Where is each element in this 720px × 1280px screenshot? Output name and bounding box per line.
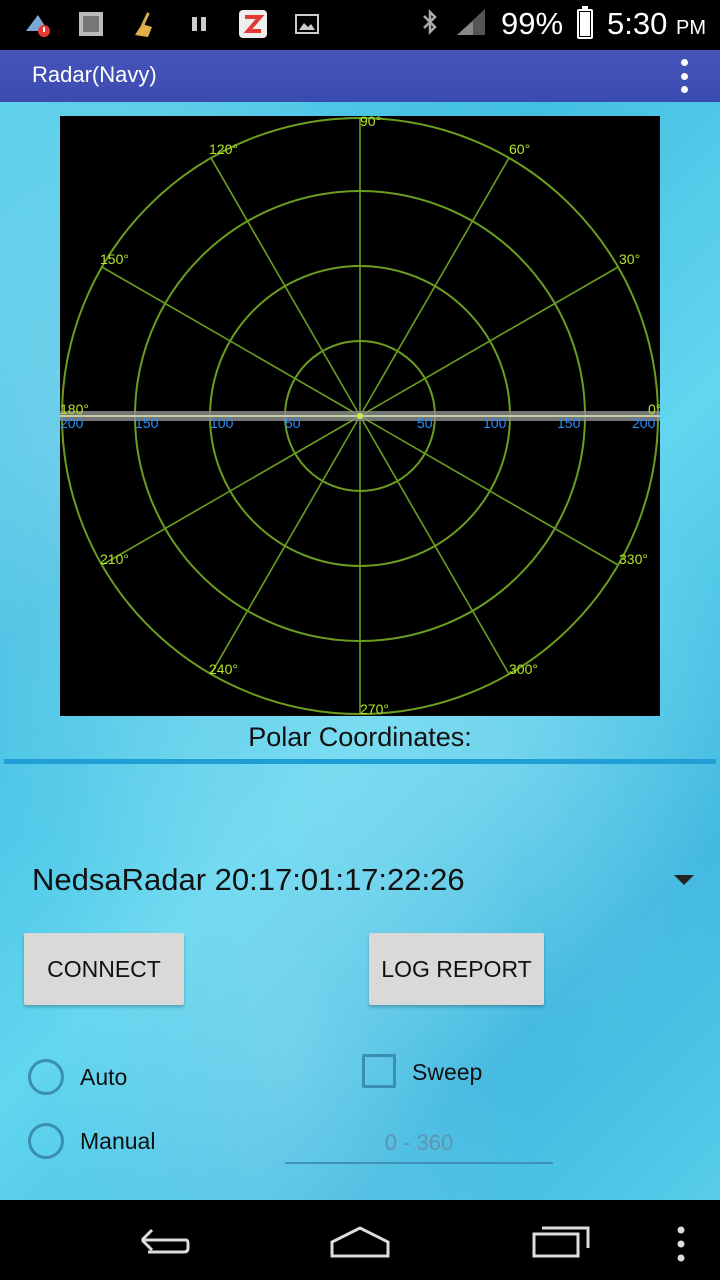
picture-icon xyxy=(292,9,322,39)
range-label-right-150: 150 xyxy=(557,415,581,431)
system-status: 99% 5:30 PM xyxy=(419,6,706,42)
angle-label-30: 30° xyxy=(619,251,640,267)
range-label-right-100: 100 xyxy=(483,415,507,431)
recents-icon[interactable] xyxy=(530,1218,594,1267)
angle-label-270: 270° xyxy=(360,701,389,716)
dropdown-arrow-icon[interactable] xyxy=(674,875,694,885)
spoke-60 xyxy=(359,157,510,417)
polar-coordinates-title: Polar Coordinates: xyxy=(248,722,472,752)
manual-radio[interactable] xyxy=(28,1123,64,1159)
pause-icon xyxy=(184,9,214,39)
angle-label-240: 240° xyxy=(209,661,238,677)
range-label-right-200: 200 xyxy=(632,415,656,431)
connect-button[interactable]: CONNECT xyxy=(24,933,184,1005)
auto-radio[interactable] xyxy=(28,1059,64,1095)
spoke-30 xyxy=(359,266,619,417)
app-bar: Radar(Navy) xyxy=(0,50,720,102)
device-spinner[interactable]: NedsaRadar 20:17:01:17:22:26 xyxy=(32,862,465,898)
more-icon[interactable] xyxy=(674,1218,688,1267)
angle-label-330: 330° xyxy=(619,551,648,567)
manual-label: Manual xyxy=(80,1128,156,1154)
divider xyxy=(4,759,716,764)
angle-label-60: 60° xyxy=(509,141,530,157)
log-report-button[interactable]: LOG REPORT xyxy=(369,933,544,1005)
cleaner-warning-icon xyxy=(22,9,52,39)
radar-center xyxy=(357,413,363,419)
spoke-150 xyxy=(101,266,361,417)
zip-app-icon xyxy=(238,9,268,39)
status-bar: 99% 5:30 PM xyxy=(0,0,720,50)
navigation-bar xyxy=(0,1200,720,1280)
spoke-210 xyxy=(101,415,361,566)
spoke-240 xyxy=(210,415,361,675)
radar-svg: 90°60°30°0°330°300°270°240°210°180°150°1… xyxy=(60,116,660,716)
app-title: Radar(Navy) xyxy=(32,62,157,87)
range-label-left-150: 150 xyxy=(135,415,159,431)
range-label-left-100: 100 xyxy=(210,415,234,431)
range-label-left-50: 50 xyxy=(285,415,301,431)
overflow-menu-icon[interactable] xyxy=(680,59,688,93)
auto-label: Auto xyxy=(80,1064,128,1090)
battery-icon xyxy=(577,6,594,39)
clock-time: 5:30 xyxy=(607,6,668,41)
range-label-right-50: 50 xyxy=(417,415,433,431)
broom-icon xyxy=(130,9,160,39)
bluetooth-icon xyxy=(419,7,441,42)
angle-label-90: 90° xyxy=(360,116,381,129)
back-icon[interactable] xyxy=(128,1218,192,1267)
clock-ampm: PM xyxy=(676,17,706,39)
angle-label-150: 150° xyxy=(100,251,129,267)
spoke-300 xyxy=(359,415,510,675)
image-app-icon xyxy=(76,9,106,39)
angle-label-120: 120° xyxy=(209,141,238,157)
clock: 5:30 PM xyxy=(607,6,706,42)
spoke-330 xyxy=(359,415,619,566)
angle-label-300: 300° xyxy=(509,661,538,677)
angle-input[interactable] xyxy=(285,1124,553,1164)
main-content: 90° 60° 30° 0° 330° 300° 270° 240° 210° 180° 150° 1… xyxy=(0,102,720,1200)
sweep-checkbox[interactable] xyxy=(362,1054,396,1088)
angle-label-210: 210° xyxy=(100,551,129,567)
notification-icons xyxy=(22,9,322,39)
sweep-label: Sweep xyxy=(412,1059,483,1085)
battery-percent: 99% xyxy=(500,6,564,41)
range-label-left-200: 200 xyxy=(60,415,84,431)
home-icon[interactable] xyxy=(326,1218,394,1267)
spoke-120 xyxy=(210,157,361,417)
signal-icon xyxy=(455,7,487,42)
radar-display: 90° 60° 30° 0° 330° 300° 270° 240° 210° 180° 150° 1… xyxy=(60,116,660,716)
